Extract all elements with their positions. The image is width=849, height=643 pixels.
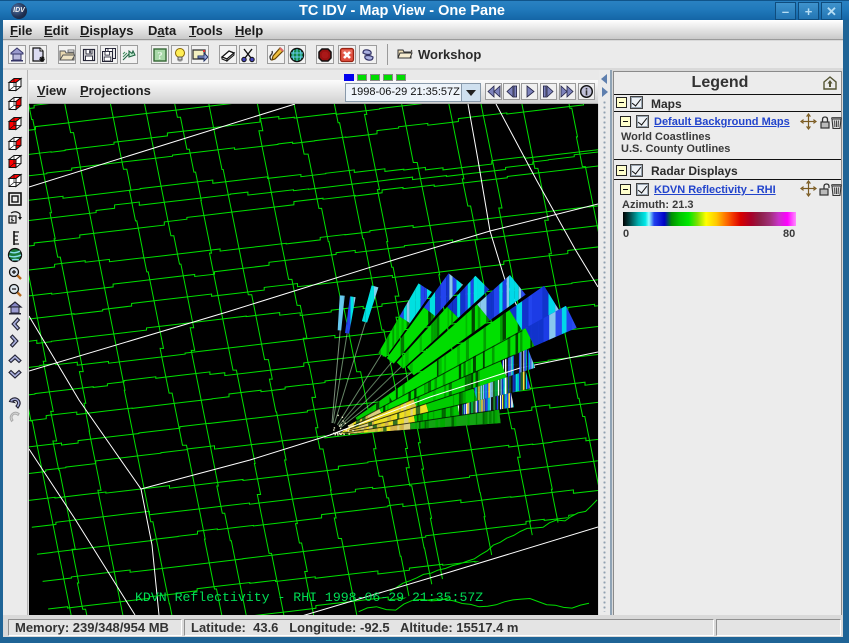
svg-text:KDVN Reflectivity - RHI 1998-0: KDVN Reflectivity - RHI 1998-06-29 21:35… <box>135 590 483 605</box>
svg-text:?: ? <box>157 50 163 62</box>
